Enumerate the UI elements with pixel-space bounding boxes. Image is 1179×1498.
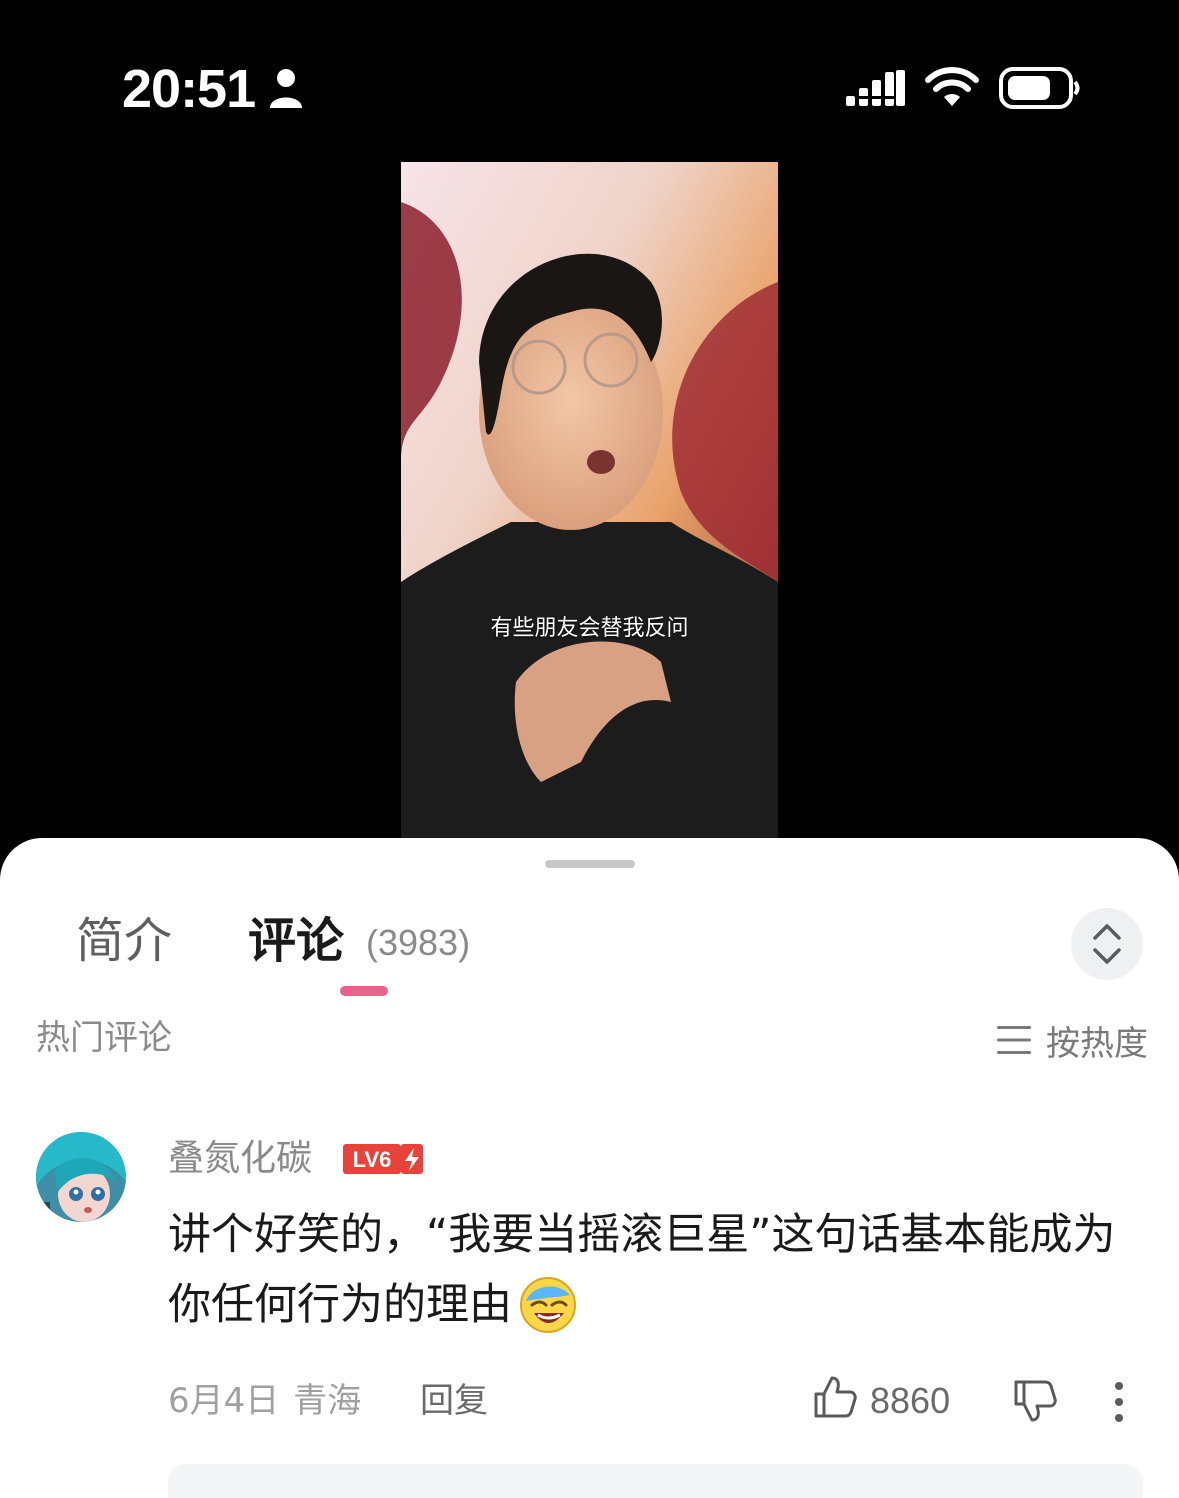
status-bar: 20:51 (0, 0, 1179, 160)
comment-username[interactable]: 叠氮化碳 (168, 1136, 312, 1182)
video-player[interactable]: 有些朋友会替我反问 (0, 160, 1179, 860)
avatar-image (36, 1132, 126, 1222)
comment-date: 6月4日 (168, 1381, 280, 1421)
sort-label: 按热度 (1046, 1023, 1148, 1064)
comment-meta: 6月4日 青海 (168, 1378, 361, 1424)
comments-sheet: 简介 评论 (3983) 热门评论 按热度 叠氮化碳 LV6 讲个好笑的，“我要… (0, 838, 1179, 1498)
comment-count: (3983) (366, 922, 471, 963)
thumbs-down-icon[interactable] (1012, 1378, 1058, 1424)
sort-button[interactable]: 按热度 (996, 1018, 1148, 1064)
wifi-icon (925, 67, 979, 106)
drag-handle[interactable] (545, 860, 635, 868)
battery-icon (999, 67, 1080, 109)
more-options-icon[interactable] (1106, 1380, 1132, 1424)
video-frame[interactable]: 有些朋友会替我反问 (401, 162, 778, 838)
video-still (401, 162, 778, 838)
status-time: 20:51 (122, 59, 256, 119)
reply-button[interactable]: 回复 (420, 1378, 488, 1424)
expand-button[interactable] (1071, 908, 1143, 980)
replies-preview-box[interactable] (168, 1464, 1143, 1498)
comment-location: 青海 (293, 1381, 362, 1421)
laughing-emoji-icon (520, 1276, 576, 1333)
like-count: 8860 (870, 1380, 951, 1421)
level-badge: LV6 (343, 1144, 423, 1174)
level-text: LV6 (353, 1147, 392, 1172)
tab-comments[interactable]: 评论 (248, 910, 344, 972)
hot-comments-title: 热门评论 (36, 1018, 172, 1058)
thumbs-up-icon[interactable] (812, 1374, 858, 1420)
signal-icon (846, 70, 905, 106)
avatar[interactable] (36, 1132, 126, 1222)
video-subtitle: 有些朋友会替我反问 (490, 616, 689, 641)
menu-icon (997, 1026, 1031, 1054)
chevron-up-down-icon (1093, 924, 1121, 964)
comment-text: 讲个好笑的，“我要当摇滚巨星”这句话基本能成为你任何行为的理由 (168, 1210, 1116, 1330)
comment-body: 讲个好笑的，“我要当摇滚巨星”这句话基本能成为你任何行为的理由 (168, 1200, 1128, 1340)
active-tab-indicator (340, 986, 388, 996)
tab-intro[interactable]: 简介 (76, 910, 172, 972)
person-icon (270, 69, 302, 108)
